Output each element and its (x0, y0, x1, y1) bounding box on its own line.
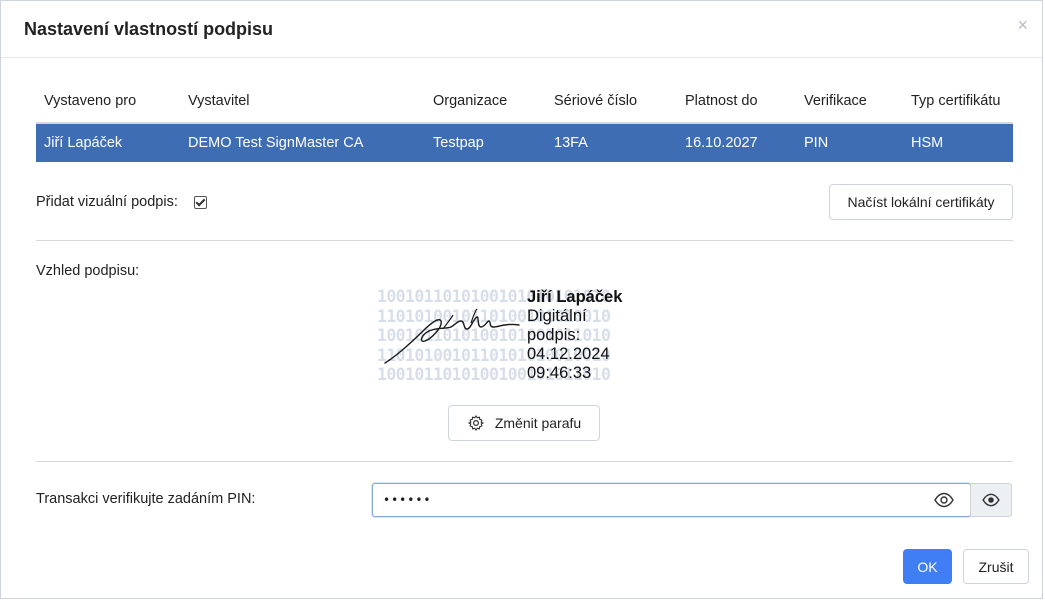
dialog-header: Nastavení vlastností podpisu × (1, 1, 1042, 58)
column-header-cert-type: Typ certifikátu (903, 81, 1013, 124)
cell-valid-until: 16.10.2027 (677, 123, 796, 162)
column-header-issuer: Vystavitel (180, 81, 425, 124)
close-icon[interactable]: × (1017, 15, 1028, 35)
column-header-valid-until: Platnost do (677, 81, 796, 124)
table-row[interactable]: Jiří Lapáček DEMO Test SignMaster CA Tes… (36, 123, 1013, 162)
signer-name: Jiří Lapáček (527, 288, 623, 306)
signature-line-2: podpis: (527, 326, 581, 344)
divider (36, 461, 1013, 462)
visual-signature-row: Přidat vizuální podpis: (36, 194, 207, 210)
handwritten-signature-icon (384, 308, 520, 364)
toggle-pin-visibility-button[interactable] (970, 483, 1012, 517)
signature-appearance-label: Vzhled podpisu: (36, 263, 140, 279)
signature-date: 04.12.2024 (527, 345, 610, 363)
divider (36, 240, 1013, 241)
table-header-row: Vystaveno pro Vystavitel Organizace Séri… (36, 81, 1013, 124)
signature-preview: 1001011010100101010101010 110101001011010… (377, 287, 675, 387)
ok-button[interactable]: OK (903, 549, 952, 584)
cell-organization: Testpap (425, 123, 546, 162)
signature-line-1: Digitální (527, 307, 587, 325)
pin-field-wrapper (372, 483, 971, 517)
signature-text: Jiří Lapáček Digitální podpis: 04.12.202… (527, 288, 622, 383)
visual-signature-checkbox[interactable] (193, 195, 207, 209)
certificate-table: Vystaveno pro Vystavitel Organizace Séri… (36, 81, 1013, 162)
visual-signature-label: Přidat vizuální podpis: (36, 194, 178, 210)
pin-input[interactable] (383, 484, 923, 516)
eye-icon[interactable] (934, 492, 954, 508)
pin-label: Transakci verifikujte zadáním PIN: (36, 491, 256, 507)
dialog-title: Nastavení vlastností podpisu (24, 19, 274, 39)
signature-time: 09:46:33 (527, 364, 592, 382)
change-initials-label: Změnit parafu (494, 415, 582, 431)
cancel-button[interactable]: Zrušit (963, 549, 1029, 584)
cell-cert-type: HSM (903, 123, 1013, 162)
cell-verification: PIN (796, 123, 903, 162)
gear-icon (468, 415, 484, 431)
cell-issued-to: Jiří Lapáček (36, 123, 180, 162)
eye-icon (982, 493, 1000, 507)
column-header-serial: Sériové číslo (546, 81, 677, 124)
column-header-issued-to: Vystaveno pro (36, 81, 180, 124)
cell-serial: 13FA (546, 123, 677, 162)
signature-properties-dialog: Nastavení vlastností podpisu × Vystaveno… (0, 0, 1043, 599)
load-local-certificates-button[interactable]: Načíst lokální certifikáty (829, 184, 1013, 220)
change-initials-button[interactable]: Změnit parafu (448, 405, 600, 441)
column-header-verification: Verifikace (796, 81, 903, 124)
column-header-organization: Organizace (425, 81, 546, 124)
cell-issuer: DEMO Test SignMaster CA (180, 123, 425, 162)
